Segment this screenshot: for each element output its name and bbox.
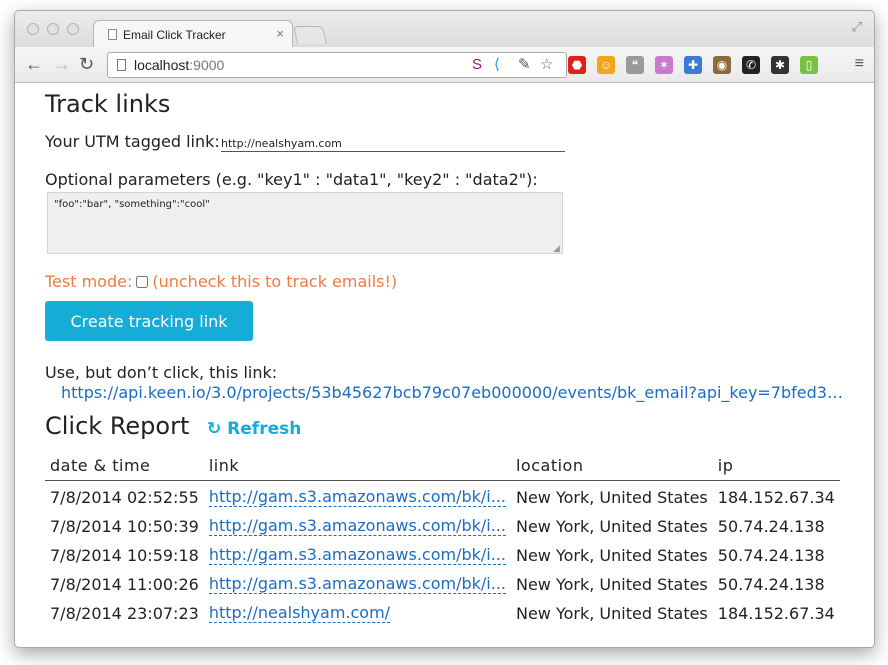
- zoom-window-button[interactable]: [67, 23, 79, 35]
- cell-ip: 50.74.24.138: [717, 574, 825, 594]
- refresh-label: Refresh: [227, 419, 302, 439]
- create-tracking-link-button[interactable]: Create tracking link: [45, 301, 253, 341]
- table-row: 7/8/2014 23:07:23 http://nealshyam.com/Ne…: [45, 597, 840, 626]
- cell-location: New York, United States: [515, 603, 708, 623]
- page-content: Track links Your UTM tagged link: Option…: [15, 84, 874, 647]
- notes-icon[interactable]: ▯: [800, 56, 818, 74]
- bookmark-star-icon[interactable]: ☆: [540, 56, 553, 74]
- page-title: Track links: [45, 90, 171, 118]
- menu-icon[interactable]: ≡: [855, 55, 864, 73]
- cell-location: New York, United States: [515, 545, 708, 565]
- cell-datetime: 7/8/2014 02:52:55: [50, 487, 199, 507]
- optional-params-textarea[interactable]: "foo":"bar", "something":"cool": [47, 192, 563, 254]
- table-row: 7/8/2014 10:59:18 http://gam.s3.amazonaws…: [45, 539, 840, 568]
- refresh-icon: ↻: [207, 419, 222, 439]
- cell-link: http://gam.s3.amazonaws.com/bk/i...: [204, 539, 511, 568]
- browser-toolbar: ← → ↻ localhost:9000 S ⟨ ✎ ☆ ⬣ ☺ ❝ ✶ ✚ ◉ ✆ ✱ ▯ ≡: [15, 47, 874, 83]
- column-header-link: link: [203, 454, 511, 481]
- reload-button[interactable]: ↻: [79, 54, 94, 74]
- pinwheel-icon[interactable]: ✚: [684, 56, 702, 74]
- click-report-table: date & time link location ip 7/8/2014 02…: [45, 454, 840, 626]
- pen-icon[interactable]: ✎: [518, 56, 531, 74]
- column-header-location: location: [510, 454, 713, 481]
- share-icon[interactable]: ⟨: [494, 56, 500, 74]
- fullscreen-icon[interactable]: ⤢: [852, 19, 862, 35]
- cell-location: New York, United States: [515, 516, 708, 536]
- page-icon: [117, 59, 126, 71]
- phone-icon[interactable]: ✆: [742, 56, 760, 74]
- test-mode-checkbox[interactable]: [136, 276, 149, 288]
- cell-ip: 50.74.24.138: [717, 545, 825, 565]
- new-tab-button[interactable]: [293, 26, 327, 44]
- address-bar[interactable]: localhost:9000 S ⟨ ✎ ☆: [107, 52, 567, 78]
- optional-params-label: Optional parameters (e.g. "key1" : "data…: [45, 170, 538, 189]
- click-link[interactable]: http://gam.s3.amazonaws.com/bk/i...: [208, 487, 506, 507]
- cell-datetime: 7/8/2014 11:00:26: [50, 574, 199, 594]
- adblock-icon[interactable]: ⬣: [568, 56, 586, 74]
- s-extension-icon[interactable]: S: [472, 56, 482, 74]
- test-mode-label: Test mode:: [45, 272, 133, 291]
- cell-ip: 184.152.67.34: [717, 487, 835, 507]
- cell-ip: 184.152.67.34: [717, 603, 835, 623]
- cell-link: http://gam.s3.amazonaws.com/bk/i...: [204, 568, 511, 597]
- cell-datetime: 7/8/2014 10:50:39: [50, 516, 199, 536]
- test-mode-note: (uncheck this to track emails!): [152, 272, 398, 291]
- table-row: 7/8/2014 11:00:26 http://gam.s3.amazonaws…: [45, 568, 840, 597]
- forward-button[interactable]: →: [53, 54, 71, 74]
- tab-title: Email Click Tracker: [123, 28, 226, 42]
- browser-window: Email Click Tracker × ⤢ ← → ↻ localhost:…: [14, 10, 875, 648]
- use-link-label: Use, but don’t click, this link:: [45, 363, 278, 382]
- tab-close-icon[interactable]: ×: [276, 26, 284, 41]
- cell-link: http://nealshyam.com/: [204, 597, 511, 626]
- face-extension-icon[interactable]: ☺: [597, 56, 615, 74]
- title-bar: Email Click Tracker × ⤢: [15, 11, 874, 48]
- click-link[interactable]: http://gam.s3.amazonaws.com/bk/i...: [208, 516, 506, 536]
- browser-tab[interactable]: Email Click Tracker ×: [93, 20, 293, 48]
- column-header-datetime: date & time: [45, 454, 204, 481]
- bird-extension-icon[interactable]: ✶: [655, 56, 673, 74]
- table-row: 7/8/2014 10:50:39 http://gam.s3.amazonaws…: [45, 510, 840, 539]
- refresh-button[interactable]: ↻ Refresh: [207, 419, 301, 439]
- cell-location: New York, United States: [515, 574, 708, 594]
- owl-extension-icon[interactable]: ◉: [713, 56, 731, 74]
- click-link[interactable]: http://nealshyam.com/: [208, 603, 391, 623]
- cell-link: http://gam.s3.amazonaws.com/bk/i...: [204, 481, 511, 511]
- cell-location: New York, United States: [515, 487, 708, 507]
- document-icon: [108, 29, 117, 40]
- url-text[interactable]: localhost:9000: [134, 57, 224, 73]
- column-header-ip: ip: [712, 454, 840, 481]
- click-link[interactable]: http://gam.s3.amazonaws.com/bk/i...: [208, 574, 506, 594]
- close-window-button[interactable]: [27, 23, 39, 35]
- test-mode-row: Test mode: (uncheck this to track emails!…: [45, 272, 397, 291]
- click-report-title: Click Report: [45, 412, 190, 440]
- back-button[interactable]: ←: [25, 54, 43, 74]
- tracking-link[interactable]: https://api.keen.io/3.0/projects/53b4562…: [61, 383, 843, 402]
- click-link[interactable]: http://gam.s3.amazonaws.com/bk/i...: [208, 545, 506, 565]
- cell-link: http://gam.s3.amazonaws.com/bk/i...: [204, 510, 511, 539]
- cell-ip: 50.74.24.138: [717, 516, 825, 536]
- cell-datetime: 7/8/2014 10:59:18: [50, 545, 199, 565]
- minimize-window-button[interactable]: [47, 23, 59, 35]
- utm-link-label: Your UTM tagged link:: [45, 132, 220, 151]
- table-header-row: date & time link location ip: [45, 454, 840, 481]
- resize-grip-icon[interactable]: ◢: [553, 244, 560, 254]
- speech-bubble-icon[interactable]: ❝: [626, 56, 644, 74]
- cell-datetime: 7/8/2014 23:07:23: [50, 603, 199, 623]
- utm-link-input[interactable]: [221, 136, 565, 152]
- table-row: 7/8/2014 02:52:55 http://gam.s3.amazonaws…: [45, 481, 840, 511]
- asterisk-icon[interactable]: ✱: [771, 56, 789, 74]
